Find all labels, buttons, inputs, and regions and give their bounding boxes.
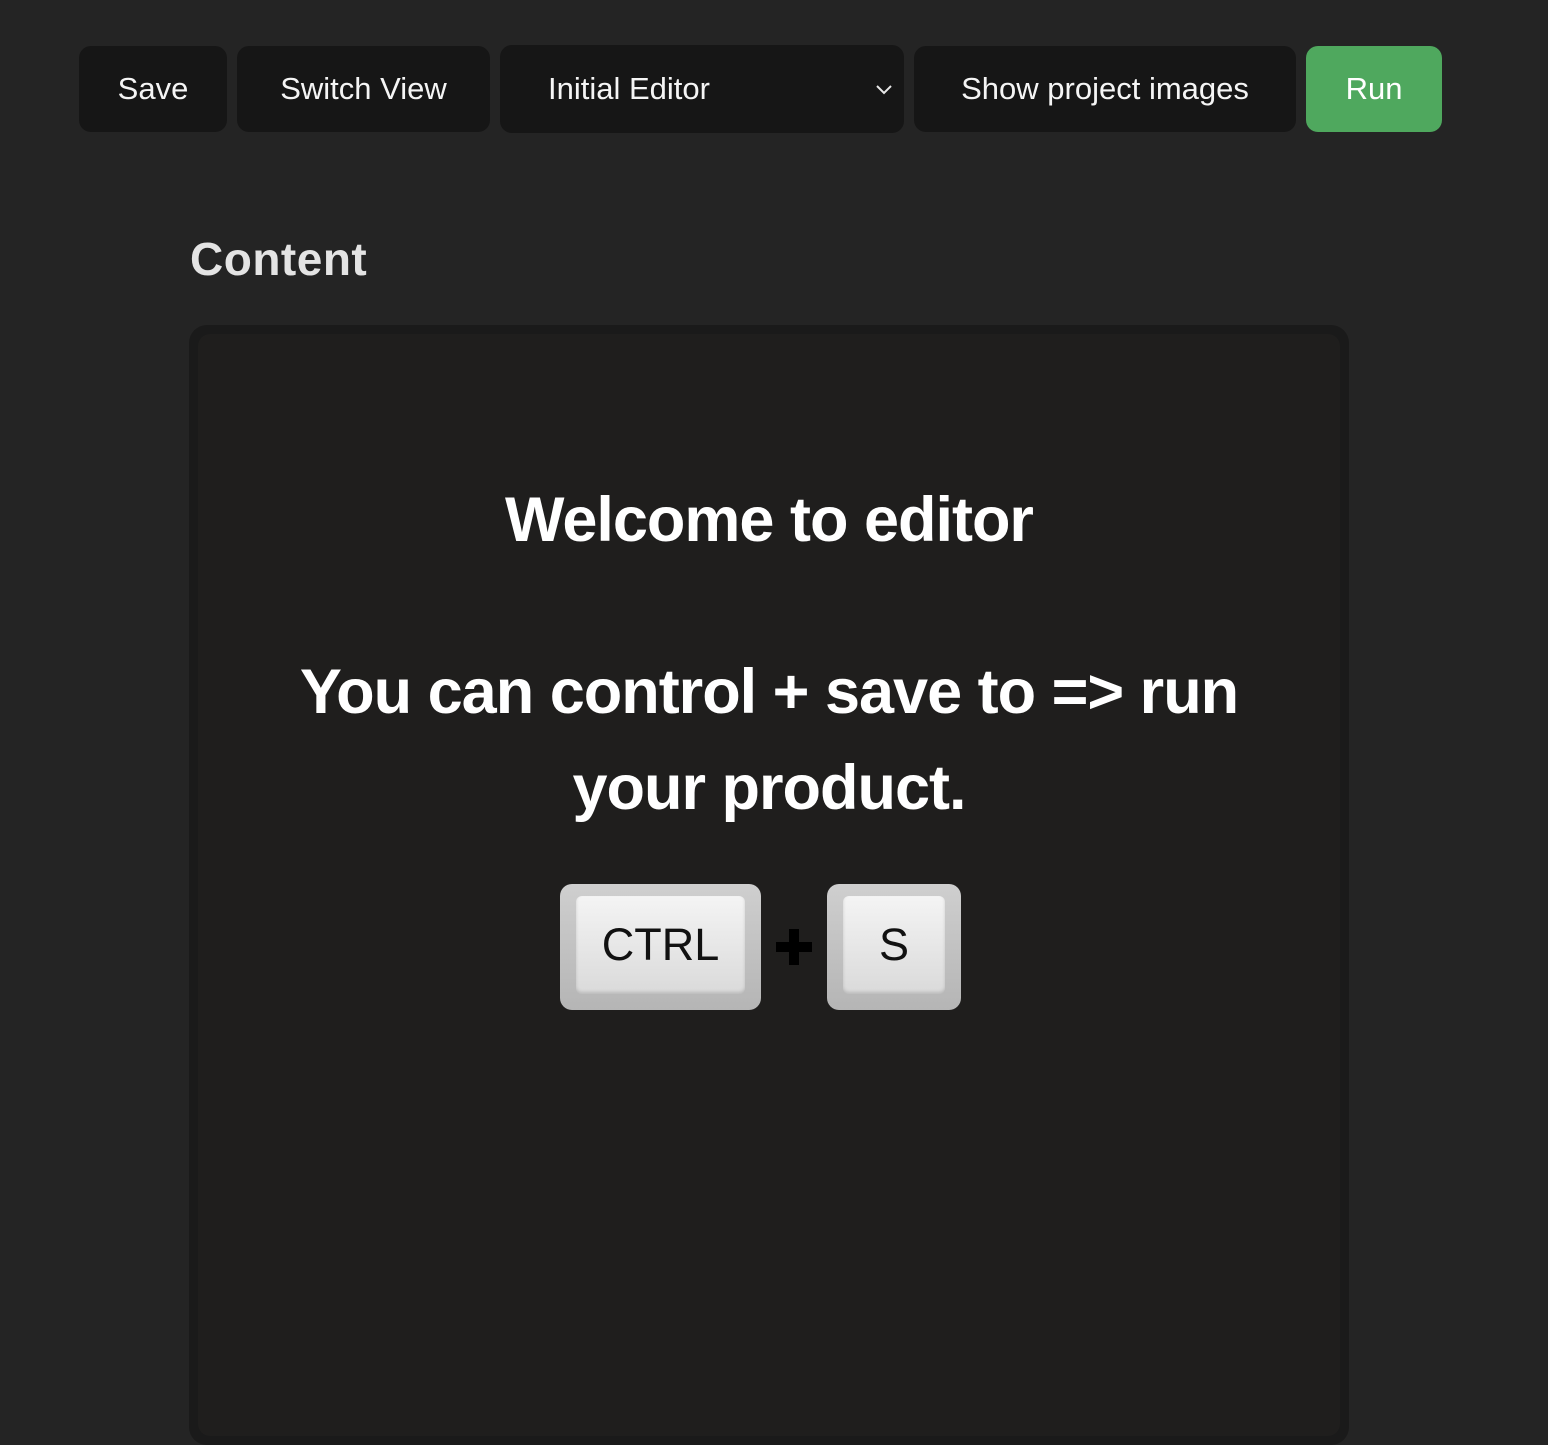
show-project-images-button[interactable]: Show project images xyxy=(914,46,1296,132)
chevron-down-icon xyxy=(874,79,894,99)
s-key-label: S xyxy=(843,896,945,994)
plus-icon xyxy=(761,927,827,967)
welcome-heading: Welcome to editor xyxy=(505,485,1034,555)
ctrl-key: CTRL xyxy=(560,884,761,1010)
editor-select[interactable]: Initial Editor xyxy=(500,45,904,133)
keyboard-shortcut-illustration: CTRL S xyxy=(560,884,961,1010)
editor-select-value: Initial Editor xyxy=(548,71,710,106)
content-preview-frame: Welcome to editor You can control + save… xyxy=(189,325,1349,1445)
content-section-title: Content xyxy=(190,233,368,285)
instructions-text: You can control + save to => run your pr… xyxy=(299,657,1239,823)
switch-view-button[interactable]: Switch View xyxy=(237,46,490,132)
ctrl-key-label: CTRL xyxy=(576,896,745,994)
content-preview: Welcome to editor You can control + save… xyxy=(198,334,1340,1436)
run-button[interactable]: Run xyxy=(1306,46,1442,132)
save-button[interactable]: Save xyxy=(79,46,227,132)
s-key: S xyxy=(827,884,961,1010)
toolbar: Save Switch View Initial Editor Show pro… xyxy=(79,45,1442,133)
